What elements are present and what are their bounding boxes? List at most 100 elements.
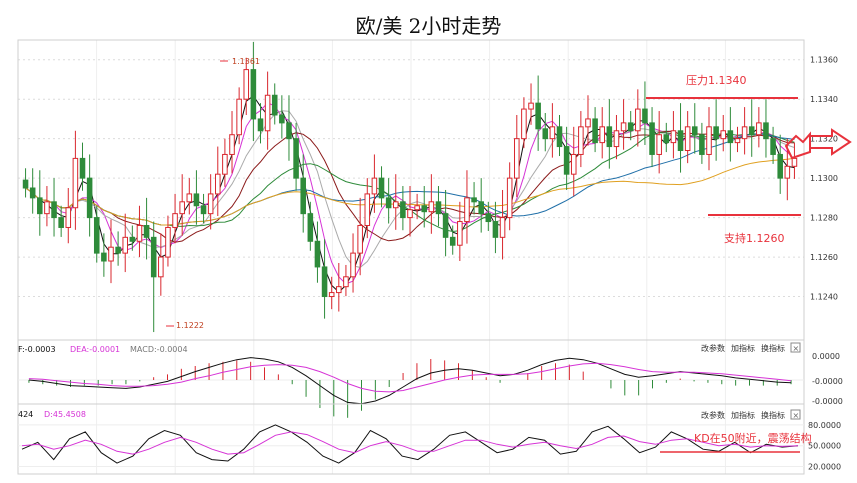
candle-body bbox=[549, 126, 556, 140]
candle-body bbox=[207, 193, 214, 215]
candle bbox=[713, 99, 719, 161]
candle bbox=[663, 122, 670, 153]
candle-body bbox=[143, 224, 150, 238]
candle-body bbox=[457, 221, 463, 246]
candle-body bbox=[756, 122, 762, 136]
candle-body bbox=[37, 197, 43, 215]
candle-body bbox=[492, 221, 499, 238]
candle bbox=[528, 83, 534, 125]
macd-indicator: 0.0000 -0.0000 -0.0000 bbox=[18, 352, 843, 418]
candle-body bbox=[200, 205, 207, 215]
candle bbox=[86, 154, 93, 237]
candle-body bbox=[293, 138, 299, 179]
candles bbox=[22, 41, 798, 333]
candle-body bbox=[172, 213, 178, 228]
macd-panel-buttons: 改参数 加指标 换指标 × bbox=[701, 342, 801, 353]
candle-body bbox=[528, 102, 534, 110]
candle bbox=[229, 111, 235, 174]
candle bbox=[748, 99, 755, 157]
candle-body bbox=[321, 266, 328, 298]
candle bbox=[677, 103, 684, 173]
candle bbox=[549, 103, 556, 158]
candle-body bbox=[343, 276, 349, 288]
candle-body bbox=[663, 134, 670, 144]
candle-body bbox=[357, 224, 363, 254]
candle-body bbox=[414, 205, 420, 211]
candle-body bbox=[627, 122, 634, 132]
candle bbox=[65, 188, 72, 244]
candle-body bbox=[51, 201, 57, 219]
high-marker: 1.1361 bbox=[232, 57, 260, 66]
macd-dea-line bbox=[28, 362, 792, 393]
candle-body bbox=[563, 146, 570, 175]
candle-body bbox=[229, 134, 235, 155]
candle bbox=[392, 174, 399, 230]
candle-body bbox=[392, 201, 399, 209]
candle-body bbox=[222, 153, 228, 175]
candle bbox=[592, 107, 598, 153]
candle bbox=[741, 107, 748, 155]
candle-body bbox=[65, 207, 72, 228]
candle-body bbox=[585, 118, 591, 128]
panel-button-3[interactable]: 换指标 bbox=[761, 410, 785, 420]
candle bbox=[108, 219, 114, 284]
candle-body bbox=[58, 217, 64, 228]
candle-body bbox=[713, 126, 719, 140]
candle-body bbox=[734, 138, 741, 144]
candle bbox=[115, 231, 121, 266]
panel-button-2[interactable]: 加指标 bbox=[731, 410, 755, 420]
candle-body bbox=[784, 165, 791, 179]
candle bbox=[627, 111, 634, 141]
panel-button-3[interactable]: 换指标 bbox=[761, 343, 785, 353]
candle-body bbox=[371, 177, 378, 195]
candle bbox=[122, 213, 129, 273]
candle-body bbox=[506, 177, 513, 219]
panel-button-2[interactable]: 加指标 bbox=[731, 343, 755, 353]
candle-body bbox=[243, 69, 250, 100]
candle-body bbox=[279, 114, 285, 124]
candle bbox=[279, 95, 285, 139]
candle bbox=[635, 89, 641, 147]
candle-body bbox=[328, 292, 335, 298]
candle-body bbox=[421, 205, 428, 213]
candle-body bbox=[336, 286, 342, 294]
candle-body bbox=[271, 94, 278, 116]
candle bbox=[521, 97, 527, 149]
price-tick-label: 1.1300 bbox=[810, 174, 838, 183]
candle-body bbox=[699, 134, 705, 155]
candle bbox=[506, 162, 513, 231]
chart-canvas: 1.13601.13401.13201.13001.12801.12601.12… bbox=[17, 39, 852, 475]
candle bbox=[706, 107, 712, 171]
kd-k-line bbox=[21, 424, 799, 464]
macd-dif-line bbox=[28, 357, 792, 405]
candle bbox=[44, 186, 50, 227]
panel-button-1[interactable]: 改参数 bbox=[701, 343, 725, 353]
candle-body bbox=[400, 201, 406, 219]
candle-body bbox=[720, 130, 727, 140]
candle-body bbox=[542, 128, 549, 140]
candle-body bbox=[514, 138, 520, 179]
candle-body bbox=[79, 157, 86, 179]
candle bbox=[300, 154, 306, 233]
candle bbox=[613, 114, 620, 160]
candle bbox=[93, 205, 100, 263]
kd-k-label: 424 bbox=[18, 410, 33, 419]
candle-body bbox=[727, 130, 734, 144]
price-tick-label: 1.1280 bbox=[810, 214, 838, 223]
candle-body bbox=[578, 126, 584, 155]
candle-body bbox=[307, 213, 314, 242]
close-icon: × bbox=[793, 344, 800, 353]
candle-body bbox=[649, 122, 655, 155]
candle bbox=[378, 166, 385, 208]
price-tick-label: 1.1240 bbox=[810, 293, 838, 302]
candle-body bbox=[129, 236, 136, 242]
candle-body bbox=[670, 130, 677, 144]
kd-panel-buttons: 改参数 加指标 换指标 × bbox=[701, 409, 801, 420]
candle bbox=[727, 107, 734, 162]
candle bbox=[143, 197, 150, 260]
candle-body bbox=[300, 177, 306, 215]
candle-body bbox=[193, 193, 200, 207]
candle-body bbox=[165, 226, 171, 258]
candle-body bbox=[748, 126, 755, 136]
panel-button-1[interactable]: 改参数 bbox=[701, 410, 725, 420]
